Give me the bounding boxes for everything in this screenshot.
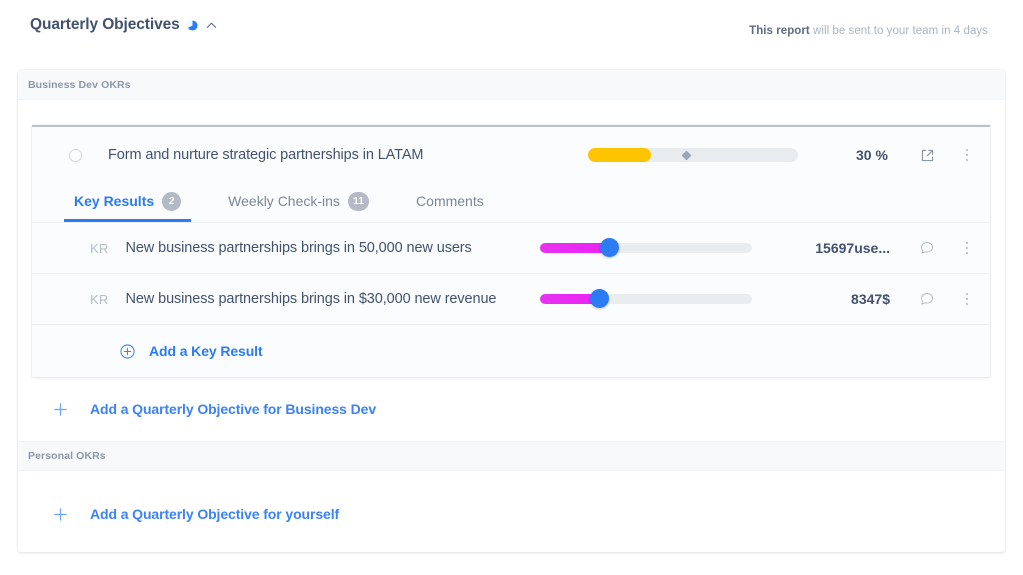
page-title: Quarterly Objectives: [30, 16, 180, 33]
objective-controls: 30%: [588, 138, 990, 172]
add-objective-personal-button[interactable]: Add a Quarterly Objective for yourself: [18, 471, 1005, 541]
add-key-result-label: Add a Key Result: [149, 343, 263, 359]
report-note-rest: will be sent to your team in 4 days: [809, 25, 988, 37]
objective-tabs: Key Results 2 Weekly Check-ins 11 Commen…: [32, 183, 990, 223]
tab-badge: 2: [162, 191, 182, 211]
circle-plus-icon: [120, 343, 135, 359]
group-label: Business Dev OKRs: [28, 78, 131, 91]
key-result-value: 8347: [851, 291, 883, 307]
objective-status-circle[interactable]: [69, 148, 82, 162]
key-result-title: New business partnerships brings in 50,0…: [125, 240, 472, 256]
plus-icon: [54, 507, 67, 521]
key-result-controls: 8347 $: [540, 282, 990, 316]
key-result-slider-handle[interactable]: [589, 289, 609, 308]
page-title-group[interactable]: Quarterly Objectives: [30, 16, 218, 34]
tab-comments[interactable]: Comments: [416, 182, 484, 222]
objective-progress-value: 30%: [836, 147, 888, 163]
tab-label: Weekly Check-ins: [228, 193, 340, 209]
key-result-title: New business partnerships brings in $30,…: [125, 291, 497, 307]
tab-badge: 11: [347, 191, 370, 211]
key-result-tag: KR: [90, 240, 109, 256]
objective-title: Form and nurture strategic partnerships …: [108, 147, 424, 163]
key-result-slider-handle[interactable]: [600, 238, 620, 257]
comment-bubble-icon: [921, 242, 933, 254]
key-result-value-wrap: 8347 $: [794, 291, 890, 307]
report-note-bold: This report: [749, 25, 810, 37]
key-result-slider[interactable]: [540, 289, 752, 308]
key-result-slider-fill: [540, 243, 610, 253]
key-result-menu-button[interactable]: [950, 282, 984, 316]
tab-key-results[interactable]: Key Results 2: [63, 182, 192, 222]
add-key-result-button[interactable]: Add a Key Result: [32, 325, 990, 377]
objective-row[interactable]: Form and nurture strategic partnerships …: [32, 127, 990, 183]
key-result-value: 15697: [815, 240, 855, 256]
chevron-up-icon[interactable]: [205, 18, 218, 32]
key-result-unit: $: [882, 291, 890, 307]
key-result-row[interactable]: KR New business partnerships brings in 5…: [32, 223, 990, 274]
tab-label: Comments: [416, 193, 484, 209]
kebab-menu-icon: [965, 241, 969, 255]
key-result-comment-button[interactable]: [910, 282, 944, 316]
objective-progress-bar[interactable]: [588, 148, 798, 162]
group-header-business-dev: Business Dev OKRs: [18, 70, 1005, 100]
objective-menu-button[interactable]: [950, 138, 984, 172]
key-result-row[interactable]: KR New business partnerships brings in $…: [32, 274, 990, 325]
objective-progress-fill: [588, 148, 651, 162]
kebab-menu-icon: [965, 148, 969, 162]
okr-page: Quarterly Objectives This report will be…: [0, 0, 1023, 575]
key-result-tag: KR: [90, 291, 109, 307]
tab-weekly-checkins[interactable]: Weekly Check-ins 11: [228, 182, 370, 222]
external-link-icon: [921, 149, 933, 161]
kebab-menu-icon: [965, 292, 969, 306]
objective-progress-number: 30: [855, 147, 872, 163]
add-objective-label: Add a Quarterly Objective for yourself: [90, 506, 340, 522]
add-objective-label: Add a Quarterly Objective for Business D…: [90, 401, 377, 417]
group-header-personal: Personal OKRs: [18, 441, 1005, 471]
key-result-unit: use...: [854, 240, 890, 256]
add-objective-business-dev-button[interactable]: Add a Quarterly Objective for Business D…: [18, 377, 1005, 441]
objective-open-button[interactable]: [910, 138, 944, 172]
objective-progress-unit: %: [875, 147, 888, 163]
key-result-controls: 15697 use...: [540, 231, 990, 265]
objective-card: Form and nurture strategic partnerships …: [32, 125, 990, 377]
plus-icon: [54, 402, 67, 416]
key-result-menu-button[interactable]: [950, 231, 984, 265]
key-result-comment-button[interactable]: [910, 231, 944, 265]
group-label: Personal OKRs: [28, 450, 106, 462]
page-header: Quarterly Objectives This report will be…: [0, 0, 1023, 58]
comment-bubble-icon: [921, 293, 933, 305]
pie-chart-icon: [187, 19, 198, 31]
key-result-slider[interactable]: [540, 238, 752, 257]
okr-card: Business Dev OKRs Form and nurture strat…: [18, 70, 1005, 552]
tab-label: Key Results: [74, 193, 155, 209]
key-result-value-wrap: 15697 use...: [794, 240, 890, 256]
report-schedule-note: This report will be sent to your team in…: [749, 25, 988, 37]
